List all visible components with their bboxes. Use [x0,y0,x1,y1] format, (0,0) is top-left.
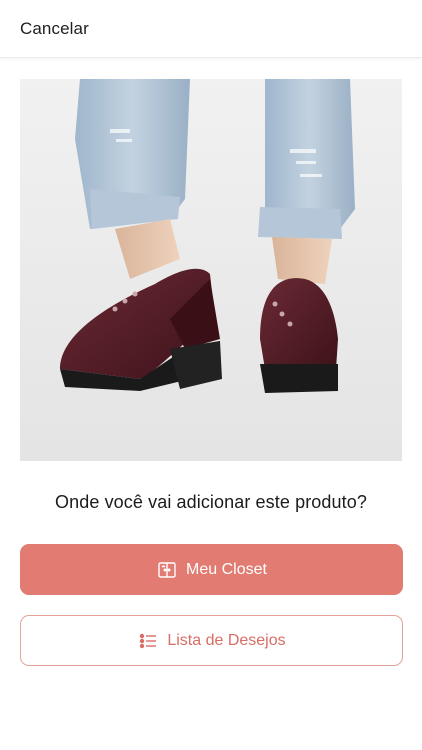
top-bar: Cancelar [0,0,422,58]
closet-icon [156,559,178,581]
cancel-button[interactable]: Cancelar [20,19,89,39]
list-icon [137,630,159,652]
my-closet-label: Meu Closet [186,560,267,578]
add-product-question: Onde você vai adicionar este produto? [55,492,367,512]
my-closet-button[interactable]: Meu Closet [20,544,403,595]
wishlist-button[interactable]: Lista de Desejos [20,615,403,666]
product-image [20,79,402,461]
wishlist-label: Lista de Desejos [167,631,286,649]
